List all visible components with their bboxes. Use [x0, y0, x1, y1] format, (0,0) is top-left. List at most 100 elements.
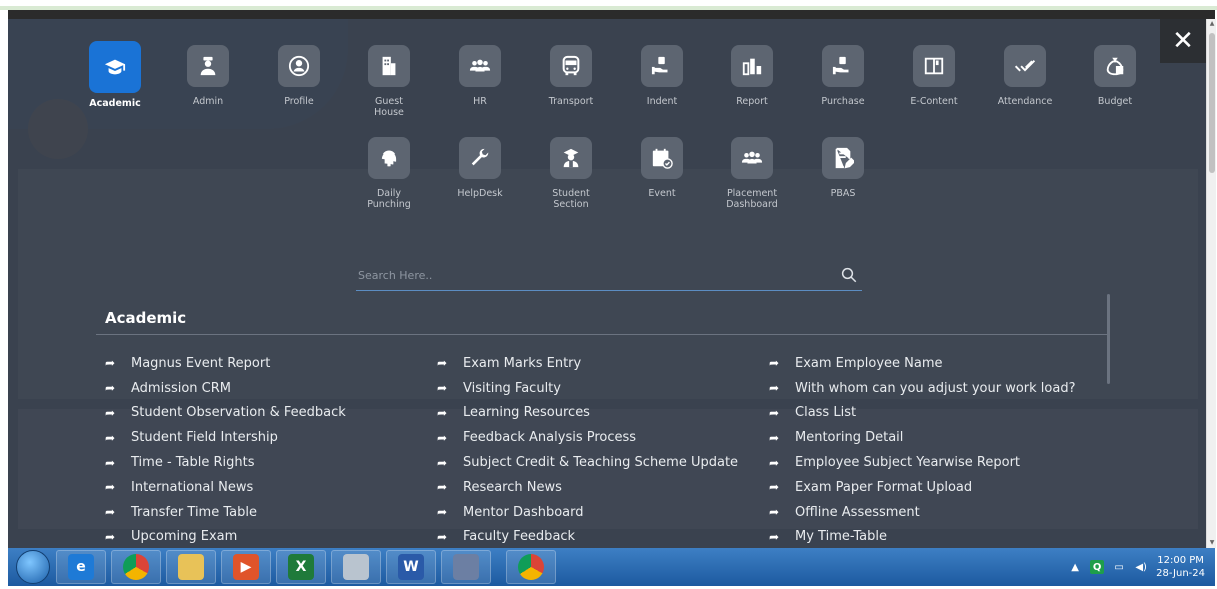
share-arrow-icon: ➦ — [769, 529, 780, 544]
module-tile-pbas[interactable]: PBAS — [803, 137, 883, 199]
share-arrow-icon: ➦ — [105, 480, 116, 495]
module-tile-report[interactable]: Report — [712, 45, 792, 107]
module-label: HelpDesk — [457, 188, 503, 199]
list-scroll-indicator[interactable] — [1107, 294, 1110, 384]
calendar-check-icon — [641, 137, 683, 179]
menu-link[interactable]: ➦ Visiting Faculty — [437, 376, 738, 401]
window-top-bar — [8, 10, 1215, 19]
share-arrow-icon: ➦ — [105, 529, 116, 544]
module-label: HR — [473, 96, 487, 107]
close-button[interactable]: ✕ — [1160, 19, 1206, 63]
module-label: Budget — [1097, 96, 1133, 107]
menu-link-label: Learning Resources — [463, 405, 590, 421]
menu-link[interactable]: ➦ Exam Marks Entry — [437, 351, 738, 376]
module-label: Placement Dashboard — [726, 188, 778, 210]
menu-link[interactable]: ➦ Exam Employee Name — [769, 351, 1075, 376]
links-column-1: ➦ Magnus Event Report ➦ Admission CRM ➦ Stude… — [105, 351, 346, 548]
module-tile-attendance[interactable]: Attendance — [985, 45, 1065, 107]
menu-link[interactable]: ➦ My Time-Table — [769, 525, 1075, 548]
taskbar-app-file-explorer[interactable] — [166, 550, 216, 584]
edit-document-icon — [822, 137, 864, 179]
module-label: Report — [736, 96, 768, 107]
menu-link[interactable]: ➦ Mentoring Detail — [769, 425, 1075, 450]
book-icon — [913, 45, 955, 87]
taskbar-app-chrome-profile[interactable] — [506, 550, 556, 584]
menu-link[interactable]: ➦ Mentor Dashboard — [437, 500, 738, 525]
menu-link[interactable]: ➦ Magnus Event Report — [105, 351, 346, 376]
module-tile-indent[interactable]: Indent — [622, 45, 702, 107]
share-arrow-icon: ➦ — [769, 430, 780, 445]
menu-link[interactable]: ➦ Research News — [437, 475, 738, 500]
search-box — [356, 261, 862, 291]
taskbar-app-media-player[interactable]: ▶ — [221, 550, 271, 584]
module-tile-student-section[interactable]: Student Section — [531, 137, 611, 210]
tray-app-icon[interactable]: Q — [1090, 560, 1105, 574]
taskbar-app-calculator[interactable] — [331, 550, 381, 584]
scroll-thumb[interactable] — [1209, 33, 1215, 173]
menu-link[interactable]: ➦ Student Field Intership — [105, 425, 346, 450]
share-arrow-icon: ➦ — [105, 381, 116, 396]
module-label: PBAS — [830, 188, 856, 199]
module-tile-e-content[interactable]: E-Content — [894, 45, 974, 107]
menu-link-label: Mentor Dashboard — [463, 504, 584, 520]
menu-link[interactable]: ➦ Class List — [769, 401, 1075, 426]
page-scrollbar[interactable]: ▲ ▼ — [1206, 19, 1216, 548]
menu-link[interactable]: ➦ Subject Credit & Teaching Scheme Update — [437, 450, 738, 475]
module-label: Transport — [548, 96, 594, 107]
menu-link-label: With whom can you adjust your work load? — [795, 380, 1076, 396]
module-tile-admin[interactable]: Admin — [168, 45, 248, 107]
taskbar-app-chrome[interactable] — [111, 550, 161, 584]
share-arrow-icon: ➦ — [437, 356, 448, 371]
taskbar: e ▶ X W ▲ Q ▭ ◀) 12:00 PM 28-Jun-24 — [8, 548, 1215, 586]
hand-box-icon — [822, 45, 864, 87]
menu-link[interactable]: ➦ Student Observation & Feedback — [105, 401, 346, 426]
taskbar-app-word[interactable]: W — [386, 550, 436, 584]
menu-link[interactable]: ➦ Employee Subject Yearwise Report — [769, 450, 1075, 475]
chrome-icon — [123, 554, 149, 580]
search-input[interactable] — [358, 261, 818, 289]
module-tile-budget[interactable]: Budget — [1075, 45, 1155, 107]
taskbar-app-internet-explorer[interactable]: e — [56, 550, 106, 584]
taskbar-app-paint[interactable] — [441, 550, 491, 584]
menu-link-label: Student Observation & Feedback — [131, 405, 346, 421]
scroll-up-arrow[interactable]: ▲ — [1207, 19, 1217, 29]
show-hidden-icons-icon[interactable]: ▲ — [1068, 560, 1082, 574]
menu-link[interactable]: ➦ Admission CRM — [105, 376, 346, 401]
module-tile-hr[interactable]: HR — [440, 45, 520, 107]
scroll-down-arrow[interactable]: ▼ — [1207, 538, 1217, 548]
share-arrow-icon: ➦ — [105, 405, 116, 420]
module-tile-daily-punching[interactable]: Daily Punching — [349, 137, 429, 210]
menu-link[interactable]: ➦ Faculty Feedback — [437, 525, 738, 548]
module-tile-event[interactable]: Event — [622, 137, 702, 199]
taskbar-app-excel[interactable]: X — [276, 550, 326, 584]
module-tile-transport[interactable]: Transport — [531, 45, 611, 107]
menu-link[interactable]: ➦ Transfer Time Table — [105, 500, 346, 525]
menu-link[interactable]: ➦ Time - Table Rights — [105, 450, 346, 475]
menu-link[interactable]: ➦ Exam Paper Format Upload — [769, 475, 1075, 500]
module-tile-guest-house[interactable]: Guest House — [349, 45, 429, 118]
menu-link-label: Exam Marks Entry — [463, 355, 582, 371]
menu-link[interactable]: ➦ Learning Resources — [437, 401, 738, 426]
share-arrow-icon: ➦ — [437, 505, 448, 520]
menu-link-label: Transfer Time Table — [131, 504, 257, 520]
menu-link-label: Time - Table Rights — [131, 455, 255, 471]
module-tile-helpdesk[interactable]: HelpDesk — [440, 137, 520, 199]
menu-link[interactable]: ➦ International News — [105, 475, 346, 500]
module-tile-profile[interactable]: Profile — [259, 45, 339, 107]
double-check-icon — [1004, 45, 1046, 87]
profile-icon — [278, 45, 320, 87]
network-icon[interactable]: ▭ — [1112, 560, 1126, 574]
menu-link[interactable]: ➦ Upcoming Exam — [105, 525, 346, 548]
bar-chart-icon — [731, 45, 773, 87]
clock[interactable]: 12:00 PM 28-Jun-24 — [1156, 554, 1205, 580]
module-tile-purchase[interactable]: Purchase — [803, 45, 883, 107]
menu-link[interactable]: ➦ Offline Assessment — [769, 500, 1075, 525]
module-tile-academic[interactable]: Academic — [75, 41, 155, 109]
search-icon[interactable] — [840, 266, 858, 284]
module-tile-placement-dashboard[interactable]: Placement Dashboard — [712, 137, 792, 210]
menu-link[interactable]: ➦ With whom can you adjust your work load… — [769, 376, 1075, 401]
module-label: Daily Punching — [367, 188, 411, 210]
start-button[interactable] — [16, 550, 50, 584]
volume-icon[interactable]: ◀) — [1134, 560, 1148, 574]
menu-link[interactable]: ➦ Feedback Analysis Process — [437, 425, 738, 450]
